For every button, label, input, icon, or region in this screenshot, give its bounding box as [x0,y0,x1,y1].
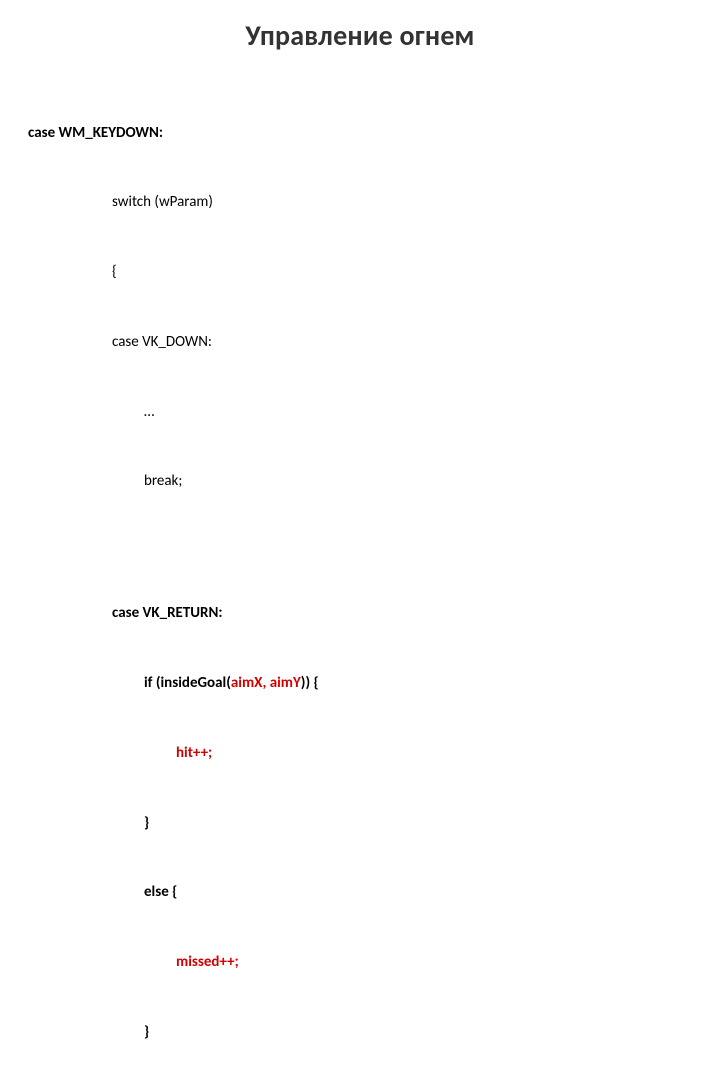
code-line: else { [28,881,692,904]
code-line: switch (wParam) [28,191,692,214]
slide-title: Управление огнем [28,18,692,53]
code-fragment: aimX, aimY [231,674,301,692]
code-fragment: )) { [301,674,319,692]
slide: Управление огнем case WM_KEYDOWN: switch… [0,0,720,540]
code-line: } [28,812,692,835]
code-fragment: if (insideGoal( [144,674,231,692]
code-block: case WM_KEYDOWN: switch (wParam) { case … [28,75,692,1080]
code-line: missed++; [28,951,692,974]
code-line: if (insideGoal(aimX, aimY)) { [28,672,692,695]
code-line: { [28,261,692,284]
code-line: break; [28,470,692,493]
code-line: case VK_RETURN: [28,602,692,625]
code-line: } [28,1021,692,1044]
code-line: hit++; [28,742,692,765]
blank-line [28,540,692,556]
code-line: case WM_KEYDOWN: [28,122,692,145]
code-line: … [28,401,692,424]
code-line: case VK_DOWN: [28,331,692,354]
